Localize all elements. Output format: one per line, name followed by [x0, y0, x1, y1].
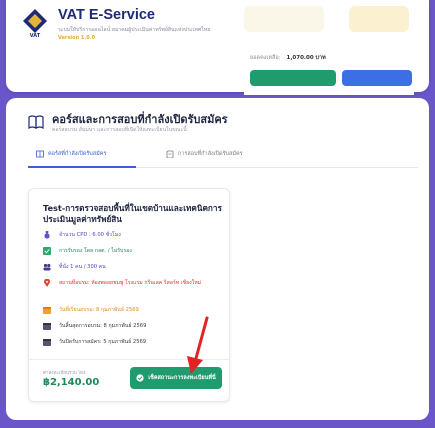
- calendar-close-icon: [43, 339, 51, 346]
- balance-value: 1,070.00 บาท: [286, 55, 326, 61]
- course-approval-row: การรับรอง โดย กลต. / ไม่รับรอง: [43, 247, 132, 255]
- clipboard-icon: [166, 150, 174, 158]
- book-icon: [28, 115, 44, 129]
- course-price: ฿2,140.00: [43, 377, 100, 388]
- app-version: Version 1.0.0: [58, 35, 96, 41]
- course-close-date: วันปิดรับการสมัคร: 5 กุมภาพันธ์ 2569: [59, 339, 147, 345]
- medal-icon: [44, 231, 50, 239]
- tab-open-courses[interactable]: คอร์สที่กำลังเปิดรับสมัคร: [36, 150, 106, 158]
- price-label: ค่าลงทะเบียนรวม Vat: [43, 371, 86, 376]
- app-title: VAT E-Service: [58, 7, 155, 23]
- tab-open-exams-label: การสอบที่กำลังเปิดรับสมัคร: [178, 151, 243, 157]
- course-location: สถานที่อบรม: ห้องพลอยชมพู โรงแรม กรีนเลค…: [59, 280, 202, 286]
- balance-label: ยอดคงเหลือ:: [250, 55, 281, 61]
- tab-open-exams[interactable]: การสอบที่กำลังเปิดรับสมัคร: [166, 150, 243, 158]
- course-training-date-row: วันที่เรียนอบรม: 8 กุมภาพันธ์ 2569: [43, 306, 139, 314]
- header-pill-right[interactable]: [349, 6, 409, 32]
- course-location-row: สถานที่อบรม: ห้องพลอยชมพู โรงแรม กรีนเลค…: [43, 279, 213, 287]
- calendar-icon: [43, 307, 51, 314]
- course-end-date-row: วันสิ้นสุดการอบรม: 8 กุมภาพันธ์ 2569: [43, 322, 146, 330]
- balance-row: ยอดคงเหลือ: 1,070.00 บาท: [250, 54, 326, 62]
- course-seats: ที่นั่ง 1 คน / 300 คน: [59, 264, 106, 270]
- active-tab-indicator: [28, 166, 136, 168]
- vat-logo-icon: VAT: [23, 9, 47, 38]
- users-icon: [43, 263, 51, 271]
- check-square-icon: [43, 247, 51, 255]
- history-button[interactable]: [342, 70, 412, 86]
- calendar-end-icon: [43, 323, 51, 330]
- check-circle-icon: [136, 374, 144, 382]
- course-seats-row: ที่นั่ง 1 คน / 300 คน: [43, 263, 106, 271]
- course-end-date: วันสิ้นสุดการอบรม: 8 กุมภาพันธ์ 2569: [59, 323, 147, 329]
- course-approval: การรับรอง โดย กลต. / ไม่รับรอง: [59, 248, 132, 254]
- course-cpd: จำนวน CPD : 6.00 ชั่วโมง: [59, 232, 121, 238]
- topup-button[interactable]: [250, 70, 336, 86]
- svg-text:VAT: VAT: [30, 33, 41, 38]
- app-subtitle: ระบบให้บริการออนไลน์ สมาคมผู้ประเมินค่าท…: [58, 27, 211, 33]
- tab-open-courses-label: คอร์สที่กำลังเปิดรับสมัคร: [48, 151, 107, 157]
- book-icon: [36, 150, 44, 158]
- course-cpd-row: จำนวน CPD : 6.00 ชั่วโมง: [43, 231, 121, 239]
- map-pin-icon: [44, 279, 50, 287]
- section-subtitle: คอร์สอบรม สัมมนา และการสอบที่เปิดให้ลงทะ…: [52, 127, 187, 133]
- header-pill-left[interactable]: [244, 6, 324, 32]
- course-close-date-row: วันปิดรับการสมัคร: 5 กุมภาพันธ์ 2569: [43, 338, 146, 346]
- balance-card: ยอดคงเหลือ: 1,070.00 บาท: [244, 40, 414, 95]
- course-training-date: วันที่เรียนอบรม: 8 กุมภาพันธ์ 2569: [59, 307, 139, 313]
- tab-bar: คอร์สที่กำลังเปิดรับสมัคร การสอบที่กำลัง…: [28, 144, 418, 168]
- course-title: Test-การตรวจสอบพื้นที่ในเขตบ้านและเทคนิค…: [43, 203, 222, 224]
- red-arrow-icon: [187, 316, 209, 374]
